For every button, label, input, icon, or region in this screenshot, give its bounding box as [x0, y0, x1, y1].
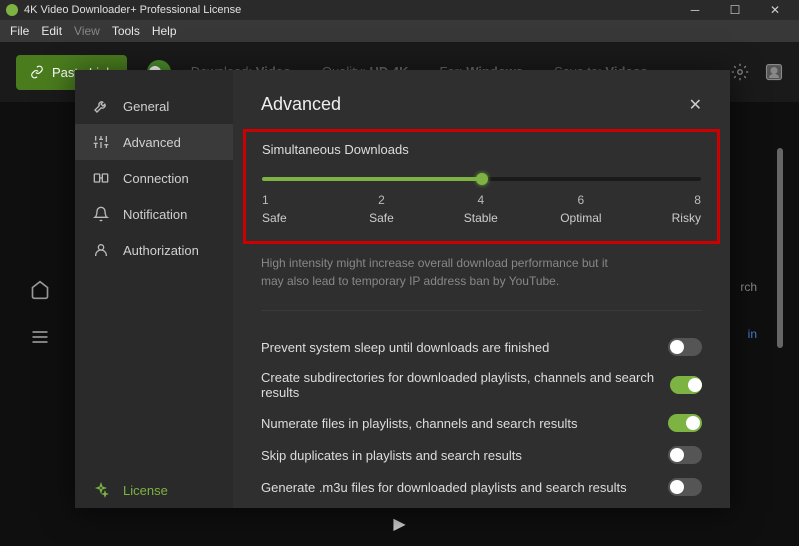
toggle-switch[interactable] [668, 478, 702, 496]
maximize-button[interactable]: ☐ [727, 3, 743, 17]
toggle-switch[interactable] [668, 338, 702, 356]
sidebar-item-advanced[interactable]: Advanced [75, 124, 233, 160]
setting-row: Create subdirectories for downloaded pla… [261, 363, 702, 407]
setting-row: Numerate files in playlists, channels an… [261, 407, 702, 439]
sidebar-label: General [123, 99, 169, 114]
home-icon[interactable] [30, 280, 50, 300]
setting-label: Skip duplicates in playlists and search … [261, 448, 522, 463]
divider [261, 310, 702, 311]
close-modal-button[interactable]: ✕ [689, 95, 702, 115]
play-icon[interactable]: ▶ [393, 514, 405, 534]
setting-row: Embed subtitles in video file if possibl… [261, 503, 702, 508]
app-icon [6, 4, 18, 16]
close-window-button[interactable]: ✕ [767, 3, 783, 17]
content-title: Advanced [261, 94, 341, 115]
slider-thumb[interactable] [476, 173, 488, 185]
toggle-switch[interactable] [668, 414, 702, 432]
simultaneous-downloads-slider[interactable] [262, 177, 701, 181]
highlighted-section: Simultaneous Downloads 1Safe 2Safe 4Stab… [243, 129, 720, 244]
sparkle-icon [93, 482, 111, 498]
login-text-fragment: in [748, 327, 757, 341]
tick-1: 1Safe [262, 193, 302, 225]
menu-tools[interactable]: Tools [106, 24, 146, 38]
slider-ticks: 1Safe 2Safe 4Stable 6Optimal 8Risky [262, 193, 701, 225]
setting-label: Prevent system sleep until downloads are… [261, 340, 549, 355]
notifications-icon[interactable] [765, 63, 783, 81]
sidebar-item-general[interactable]: General [75, 88, 233, 124]
hamburger-icon[interactable] [30, 327, 50, 347]
switch-knob [688, 378, 702, 392]
setting-row: Prevent system sleep until downloads are… [261, 331, 702, 363]
setting-row: Generate .m3u files for downloaded playl… [261, 471, 702, 503]
window-title: 4K Video Downloader+ Professional Licens… [24, 4, 687, 16]
slider-fill [262, 177, 482, 181]
toggle-switch[interactable] [670, 376, 702, 394]
menu-view[interactable]: View [68, 24, 106, 38]
user-icon [93, 242, 111, 258]
tick-8: 8Risky [661, 193, 701, 225]
switch-knob [670, 340, 684, 354]
sidebar-label: License [123, 483, 168, 498]
tick-4: 4Stable [461, 193, 501, 225]
toggle-switch[interactable] [668, 446, 702, 464]
link-icon [30, 65, 44, 79]
sidebar-item-notification[interactable]: Notification [75, 196, 233, 232]
tick-2: 2Safe [361, 193, 401, 225]
menu-file[interactable]: File [4, 24, 35, 38]
scrollbar[interactable] [777, 148, 783, 348]
tick-6: 6Optimal [560, 193, 601, 225]
menubar: File Edit View Tools Help [0, 20, 799, 42]
setting-label: Numerate files in playlists, channels an… [261, 416, 577, 431]
settings-list: Prevent system sleep until downloads are… [261, 331, 702, 508]
sidebar-label: Advanced [123, 135, 181, 150]
settings-modal: General Advanced Connection Notification… [75, 70, 730, 508]
switch-knob [670, 448, 684, 462]
settings-content: Advanced ✕ Simultaneous Downloads 1Safe … [233, 70, 730, 508]
sliders-icon [93, 134, 111, 150]
minimize-button[interactable]: ─ [687, 3, 703, 17]
menu-help[interactable]: Help [146, 24, 183, 38]
settings-icon[interactable] [731, 63, 749, 81]
sidebar-item-license[interactable]: License [75, 472, 233, 508]
search-text-fragment: rch [740, 280, 757, 294]
wrench-icon [93, 98, 111, 114]
setting-label: Generate .m3u files for downloaded playl… [261, 480, 627, 495]
slider-section-label: Simultaneous Downloads [262, 142, 701, 157]
settings-sidebar: General Advanced Connection Notification… [75, 70, 233, 508]
hint-text: High intensity might increase overall do… [261, 254, 702, 290]
sidebar-item-connection[interactable]: Connection [75, 160, 233, 196]
setting-label: Create subdirectories for downloaded pla… [261, 370, 670, 400]
titlebar: 4K Video Downloader+ Professional Licens… [0, 0, 799, 20]
sidebar-label: Connection [123, 171, 189, 186]
menu-edit[interactable]: Edit [35, 24, 68, 38]
connection-icon [93, 170, 111, 186]
setting-row: Skip duplicates in playlists and search … [261, 439, 702, 471]
sidebar-label: Notification [123, 207, 187, 222]
sidebar-item-authorization[interactable]: Authorization [75, 232, 233, 268]
switch-knob [686, 416, 700, 430]
sidebar-label: Authorization [123, 243, 199, 258]
switch-knob [670, 480, 684, 494]
bell-icon [93, 206, 111, 222]
